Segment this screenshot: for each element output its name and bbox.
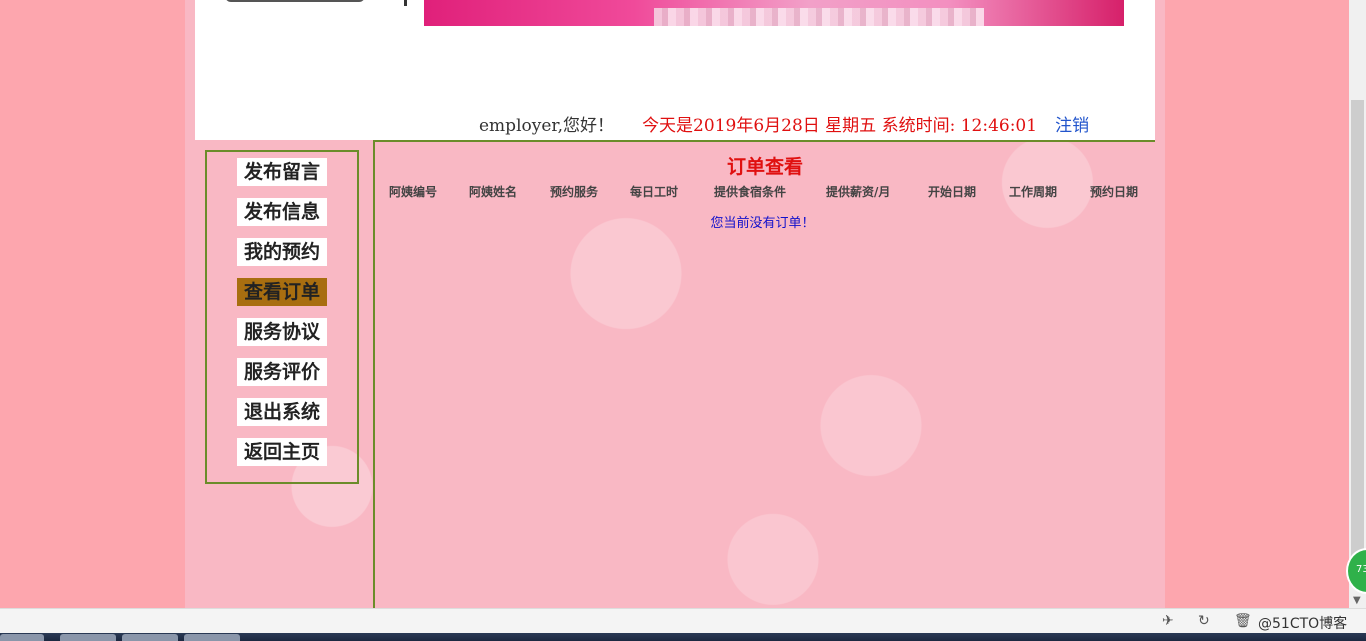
column-header-nanny-id: 阿姨编号 (389, 185, 438, 199)
divider (404, 0, 407, 6)
content-border-left (373, 140, 375, 608)
column-header-start-date: 开始日期 (928, 185, 977, 199)
header: employer,您好！ 今天是2019年6月28日 星期五 系统时间: 12:4… (195, 0, 1155, 140)
taskbar-app-3[interactable] (184, 634, 240, 641)
vertical-scrollbar[interactable]: ▼ (1349, 0, 1366, 608)
scroll-down-icon[interactable]: ▼ (1353, 595, 1361, 606)
column-header-board-lodging: 提供食宿条件 (714, 185, 787, 199)
browser-status-bar: ✈ ↻ 🗑 @51CTO博客 (0, 608, 1366, 634)
watermark: @51CTO博客 (1258, 616, 1348, 632)
sidebar-item-exit-system[interactable]: 退出系统 (237, 398, 327, 426)
header-banner (424, 0, 1124, 26)
column-header-reservation-date: 预约日期 (1090, 185, 1139, 199)
scrollbar-thumb[interactable] (1351, 100, 1364, 570)
city-skyline-image (654, 8, 984, 26)
start-button[interactable] (0, 634, 44, 641)
trash-icon[interactable]: 🗑 (1234, 613, 1252, 629)
logout-link[interactable]: 注销 (1055, 116, 1089, 136)
user-greeting: employer,您好！ (479, 116, 615, 136)
refresh-icon[interactable]: ↻ (1198, 613, 1210, 629)
column-header-nanny-name: 阿姨姓名 (469, 185, 518, 199)
empty-orders-message: 您当前没有订单！ (710, 216, 815, 231)
os-taskbar (0, 633, 1366, 641)
site-logo (225, 0, 365, 2)
date-time-display: 今天是2019年6月28日 星期五 系统时间: 12:46:01 (642, 116, 1038, 136)
sidebar-item-service-review[interactable]: 服务评价 (237, 358, 327, 386)
sidebar-item-return-home[interactable]: 返回主页 (237, 438, 327, 466)
welcome-bar: employer,您好！ 今天是2019年6月28日 星期五 系统时间: 12:4… (479, 111, 1089, 136)
sidebar-item-my-reservations[interactable]: 我的预约 (237, 238, 327, 266)
page-title: 订单查看 (726, 156, 803, 178)
content-border-top (373, 140, 1155, 142)
sidebar-item-view-orders[interactable]: 查看订单 (237, 278, 327, 306)
column-header-work-period: 工作周期 (1009, 185, 1058, 199)
taskbar-app-1[interactable] (60, 634, 116, 641)
taskbar-app-2[interactable] (122, 634, 178, 641)
sidebar-menu: 发布留言 发布信息 我的预约 查看订单 服务协议 服务评价 退出系统 返回主页 (205, 150, 359, 484)
pin-icon[interactable]: ✈ (1162, 613, 1174, 629)
column-header-service: 预约服务 (550, 185, 599, 199)
page-body: employer,您好！ 今天是2019年6月28日 星期五 系统时间: 12:4… (185, 0, 1165, 608)
sidebar-item-post-info[interactable]: 发布信息 (237, 198, 327, 226)
sidebar-item-service-agreement[interactable]: 服务协议 (237, 318, 327, 346)
badge-value: 73 (1356, 564, 1366, 575)
column-header-daily-hours: 每日工时 (630, 185, 679, 199)
column-header-monthly-salary: 提供薪资/月 (826, 185, 891, 199)
sidebar-item-post-message[interactable]: 发布留言 (237, 158, 327, 186)
